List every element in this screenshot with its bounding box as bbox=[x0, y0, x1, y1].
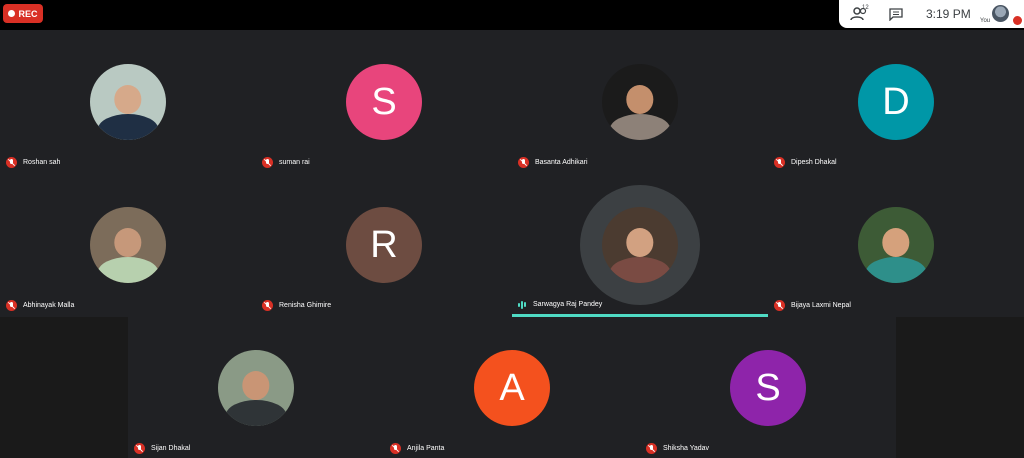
speaking-icon bbox=[518, 300, 527, 309]
chat-icon[interactable] bbox=[889, 8, 903, 21]
participant-avatar[interactable] bbox=[218, 350, 294, 426]
mic-off-icon bbox=[646, 443, 657, 454]
participant-name-tag: Sarwagya Raj Pandey bbox=[518, 300, 602, 309]
avatar-initial: S bbox=[371, 80, 397, 123]
participant-name: Sarwagya Raj Pandey bbox=[533, 301, 603, 308]
participant-name: Dipesh Dhakal bbox=[791, 159, 837, 166]
self-avatar[interactable] bbox=[992, 5, 1009, 22]
participant-avatar[interactable] bbox=[602, 207, 678, 283]
mic-off-icon bbox=[518, 157, 529, 168]
self-label: You bbox=[980, 18, 991, 24]
participant-name: Roshan sah bbox=[23, 159, 61, 166]
participant-name: Basanta Adhikari bbox=[535, 159, 588, 166]
mic-off-icon bbox=[390, 443, 401, 454]
participant-name-tag: suman rai bbox=[262, 157, 310, 168]
mic-off-icon bbox=[6, 300, 17, 311]
avatar-initial: R bbox=[370, 223, 398, 266]
notification-badge bbox=[1013, 16, 1022, 25]
participant-avatar[interactable] bbox=[602, 64, 678, 140]
participant-avatar[interactable]: D bbox=[858, 64, 934, 140]
participant-name-tag: Roshan sah bbox=[6, 157, 60, 168]
participant-name-tag: Bijaya Laxmi Nepal bbox=[774, 300, 851, 311]
side-panel-left bbox=[0, 317, 128, 458]
participant-name: suman rai bbox=[279, 159, 310, 166]
participant-avatar[interactable] bbox=[90, 64, 166, 140]
participant-count: 12 bbox=[862, 5, 869, 11]
participant-avatar[interactable]: R bbox=[346, 207, 422, 283]
mic-off-icon bbox=[774, 157, 785, 168]
participant-name-tag: Shiksha Yadav bbox=[646, 443, 709, 454]
active-speaker-bar bbox=[512, 314, 768, 317]
participant-name-tag: Anjila Panta bbox=[390, 443, 444, 454]
mic-off-icon bbox=[262, 157, 273, 168]
mic-off-icon bbox=[134, 443, 145, 454]
meeting-time: 3:19 PM bbox=[926, 7, 971, 21]
participant-avatar[interactable]: A bbox=[474, 350, 550, 426]
participant-name: Shiksha Yadav bbox=[663, 445, 710, 452]
participant-avatar[interactable]: S bbox=[346, 64, 422, 140]
participant-avatar[interactable] bbox=[90, 207, 166, 283]
recording-indicator: REC bbox=[3, 4, 43, 23]
avatar-initial: D bbox=[882, 80, 910, 123]
participant-name: Abhinayak Malla bbox=[23, 302, 75, 309]
mic-off-icon bbox=[262, 300, 273, 311]
participant-name-tag: Basanta Adhikari bbox=[518, 157, 588, 168]
participant-name: Sijan Dhakal bbox=[151, 445, 191, 452]
participant-avatar[interactable]: S bbox=[730, 350, 806, 426]
record-dot-icon bbox=[8, 10, 16, 17]
recording-label: REC bbox=[18, 8, 38, 19]
side-panel-right bbox=[896, 317, 1024, 458]
participant-avatar[interactable] bbox=[858, 207, 934, 283]
participant-name: Anjila Panta bbox=[407, 445, 445, 452]
participant-name-tag: Dipesh Dhakal bbox=[774, 157, 837, 168]
participant-name: Renisha Ghimire bbox=[279, 302, 332, 309]
participant-name: Bijaya Laxmi Nepal bbox=[791, 302, 851, 309]
mic-off-icon bbox=[6, 157, 17, 168]
participant-name-tag: Renisha Ghimire bbox=[262, 300, 331, 311]
participant-name-tag: Abhinayak Malla bbox=[6, 300, 74, 311]
meeting-info-panel: 12 3:19 PM You bbox=[839, 0, 1024, 28]
participant-name-tag: Sijan Dhakal bbox=[134, 443, 190, 454]
mic-off-icon bbox=[774, 300, 785, 311]
avatar-initial: A bbox=[499, 366, 525, 409]
avatar-initial: S bbox=[755, 366, 781, 409]
